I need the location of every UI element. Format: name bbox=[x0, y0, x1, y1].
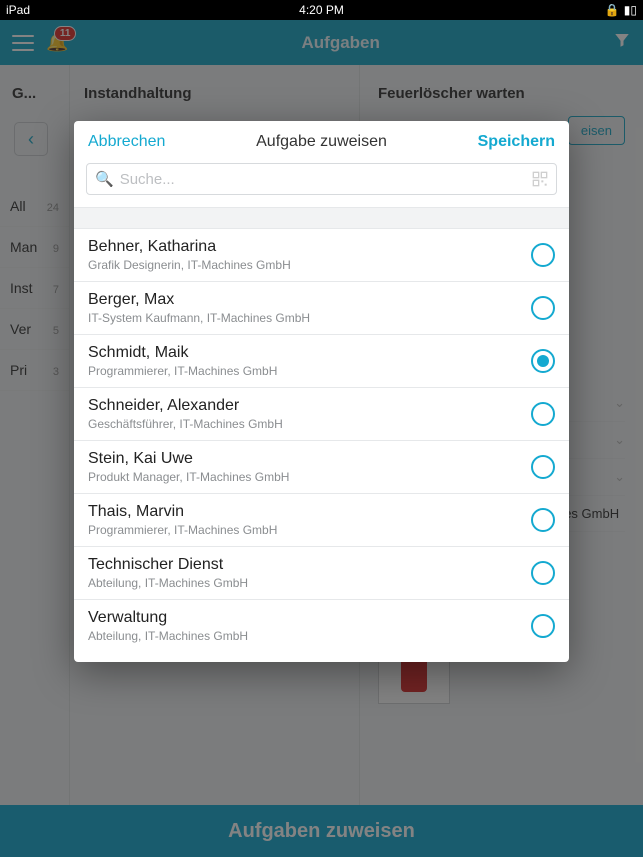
search-input[interactable] bbox=[120, 171, 532, 188]
person-role: Produkt Manager, IT-Machines GmbH bbox=[88, 470, 531, 484]
modal-separator bbox=[74, 207, 569, 229]
radio-button[interactable] bbox=[531, 508, 555, 532]
person-name: Schneider, Alexander bbox=[88, 397, 531, 415]
person-name: Berger, Max bbox=[88, 291, 531, 309]
qr-icon[interactable] bbox=[532, 171, 548, 187]
person-name: Stein, Kai Uwe bbox=[88, 450, 531, 468]
save-button[interactable]: Speichern bbox=[478, 133, 555, 151]
person-row[interactable]: Schmidt, Maik Programmierer, IT-Machines … bbox=[74, 335, 569, 388]
person-row[interactable]: Thais, Marvin Programmierer, IT-Machines … bbox=[74, 494, 569, 547]
radio-button[interactable] bbox=[531, 243, 555, 267]
cancel-button[interactable]: Abbrechen bbox=[88, 133, 165, 151]
assign-modal: Abbrechen Aufgabe zuweisen Speichern 🔍 B… bbox=[74, 121, 569, 662]
person-role: Geschäftsführer, IT-Machines GmbH bbox=[88, 417, 531, 431]
clock: 4:20 PM bbox=[0, 3, 643, 17]
person-row[interactable]: Schneider, Alexander Geschäftsführer, IT-… bbox=[74, 388, 569, 441]
person-name: Schmidt, Maik bbox=[88, 344, 531, 362]
person-role: Grafik Designerin, IT-Machines GmbH bbox=[88, 258, 531, 272]
person-row[interactable]: Berger, Max IT-System Kaufmann, IT-Machin… bbox=[74, 282, 569, 335]
person-row[interactable]: Stein, Kai Uwe Produkt Manager, IT-Machin… bbox=[74, 441, 569, 494]
radio-button[interactable] bbox=[531, 561, 555, 585]
person-name: Behner, Katharina bbox=[88, 238, 531, 256]
person-row[interactable]: Behner, Katharina Grafik Designerin, IT-M… bbox=[74, 229, 569, 282]
radio-button[interactable] bbox=[531, 455, 555, 479]
radio-button[interactable] bbox=[531, 349, 555, 373]
person-name: Verwaltung bbox=[88, 609, 531, 627]
radio-button[interactable] bbox=[531, 296, 555, 320]
person-role: Abteilung, IT-Machines GmbH bbox=[88, 629, 531, 643]
modal-title: Aufgabe zuweisen bbox=[256, 133, 387, 151]
person-role: Programmierer, IT-Machines GmbH bbox=[88, 364, 531, 378]
person-role: Abteilung, IT-Machines GmbH bbox=[88, 576, 531, 590]
person-row[interactable]: Verwaltung Abteilung, IT-Machines GmbH bbox=[74, 600, 569, 652]
person-name: Technischer Dienst bbox=[88, 556, 531, 574]
status-bar: iPad 4:20 PM 🔒 ▮▯ bbox=[0, 0, 643, 20]
person-role: IT-System Kaufmann, IT-Machines GmbH bbox=[88, 311, 531, 325]
search-box[interactable]: 🔍 bbox=[86, 163, 557, 195]
person-role: Programmierer, IT-Machines GmbH bbox=[88, 523, 531, 537]
person-row[interactable]: Technischer Dienst Abteilung, IT-Machines… bbox=[74, 547, 569, 600]
search-icon: 🔍 bbox=[95, 170, 114, 188]
radio-button[interactable] bbox=[531, 402, 555, 426]
person-name: Thais, Marvin bbox=[88, 503, 531, 521]
radio-button[interactable] bbox=[531, 614, 555, 638]
